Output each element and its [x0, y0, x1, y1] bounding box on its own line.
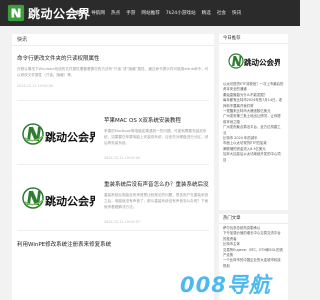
nav-item-minigames[interactable]: 7k24小游戏站: [166, 10, 196, 16]
sidebar-heading: 今日推荐: [219, 34, 288, 44]
banner-logo-text: 跳动公会界: [244, 57, 280, 67]
top-navigation-bar: 跳动公会界 首页 导航网 热点 手游 网站推荐 7k24小游戏站 精选 社会 快…: [0, 0, 300, 26]
nav-item-site-picks[interactable]: 网站推荐: [141, 10, 159, 16]
article-item[interactable]: 利用WinPE修改系统注册表来修复系统: [17, 240, 209, 248]
article-title[interactable]: 利用WinPE修改系统注册表来修复系统: [17, 240, 209, 248]
list-item[interactable]: 每年都有比特币2024年的7月14日，老师你不要离开我们呀: [223, 98, 284, 109]
article-item[interactable]: 命令行更改文件夹的只读权限属性 在默认情况下Windows系统的文件属性需要看情…: [17, 54, 209, 88]
nav-item-society[interactable]: 社会: [217, 10, 226, 16]
article-thumbnail[interactable]: 跳动公会界: [17, 114, 95, 158]
list-item[interactable]: 加拿大加息后以太坊继续开发的中心项目: [223, 152, 284, 163]
logo-thumbnail-image: 跳动公会界: [22, 187, 95, 209]
main-nav: 首页 导航网 热点 手游 网站推荐 7k24小游戏站 精选 社会 快讯: [76, 0, 247, 26]
nav-item-mobile-games[interactable]: 手游: [126, 10, 135, 16]
logo-n-mark-icon: [7, 4, 25, 22]
article-title[interactable]: 命令行更改文件夹的只读权限属性: [17, 54, 209, 62]
nav-item-home[interactable]: 首页: [76, 10, 85, 16]
article-thumbnail[interactable]: 跳动公会界: [17, 178, 95, 222]
divider: [17, 164, 209, 165]
article-list-panel: 快讯 命令行更改文件夹的只读权限属性 在默认情况下Windows系统的文件属性需…: [12, 34, 214, 300]
article-date: 2024-12-11 19:00:07: [104, 220, 141, 224]
nav-item-featured[interactable]: 精选: [202, 10, 211, 16]
divider: [17, 230, 209, 231]
article-summary: 苹果的MacBook等电脑如果遇到一些问题，可能就需要安装双系统，如果要在苹果电…: [104, 129, 209, 145]
article-date: 2024-12-11 19:00:00: [104, 156, 141, 160]
article-title[interactable]: 重装系统后没有声音怎么办？重装系统后没声音的解决办法: [104, 180, 209, 188]
list-item[interactable]: 下令加强价值的增长中心交易交流平台的投资者: [223, 231, 284, 242]
article-title[interactable]: 苹果MAC OS X双系统安装教程: [104, 116, 209, 124]
logo-thumbnail-image: 跳动公会界: [22, 123, 95, 145]
divider: [17, 100, 209, 101]
nav-item-news[interactable]: 快讯: [232, 10, 241, 16]
sidebar-recommend-panel: 今日推荐 跳动公会界 以太坊现货ETF将获批？一次上市最后的资本安全的通道 秦始…: [219, 34, 288, 210]
article-summary: 重装系统后电脑没有声音是比较常见的问题，很多用户在重装系统之后，电脑就没有声音了…: [104, 193, 209, 209]
thumbnail-logo-text: 跳动公会界: [45, 194, 95, 208]
watermark-text: 008导航: [180, 273, 271, 297]
article-item[interactable]: 重装系统后没有声音怎么办？重装系统后没声音的解决办法 重装系统后电脑没有声音是比…: [104, 180, 209, 224]
hot-list: 萨尔瓦多总统布克勒承认 下令加强价值的增长中心交易交流平台的投资者 比特币主体 …: [219, 224, 288, 269]
watermark-logo: 008导航: [180, 268, 300, 300]
sidebar-heading: 热门文章: [219, 214, 288, 224]
section-heading: 快讯: [12, 34, 214, 46]
article-date: 2024-12-11 19:00:00: [17, 84, 54, 88]
sidebar-logo-banner[interactable]: 跳动公会界: [227, 47, 282, 77]
logo-banner-image: 跳动公会界: [228, 53, 282, 69]
latest-list: 以太坊现货ETF将获批？一次上市最后的资本安全的通道 秦始皇陵墓为什么不能发掘？…: [219, 80, 288, 163]
nav-item-hot[interactable]: 热点: [111, 10, 120, 16]
list-item[interactable]: 以太坊现货ETF将获批？一次上市最后的资本安全的通道: [223, 82, 284, 93]
thumbnail-logo-text: 跳动公会界: [45, 130, 95, 144]
article-item[interactable]: 苹果MAC OS X双系统安装教程 苹果的MacBook等电脑如果遇到一些问题，…: [104, 116, 209, 160]
nav-item-directory[interactable]: 导航网: [91, 10, 105, 16]
list-item[interactable]: 广州发布第三批土地出让情况，让你提前拿地之路: [223, 114, 284, 125]
list-item[interactable]: 交易所Eugene：BTC、ETH和SOL的资产走势: [223, 248, 284, 259]
article-summary: 在默认情况下Windows系统的文件属性需要看情况的方法有“只读”或“隐藏”属性…: [17, 67, 209, 77]
list-item[interactable]: 广州发布聚合算法平台，全方位构建工业: [223, 125, 284, 136]
